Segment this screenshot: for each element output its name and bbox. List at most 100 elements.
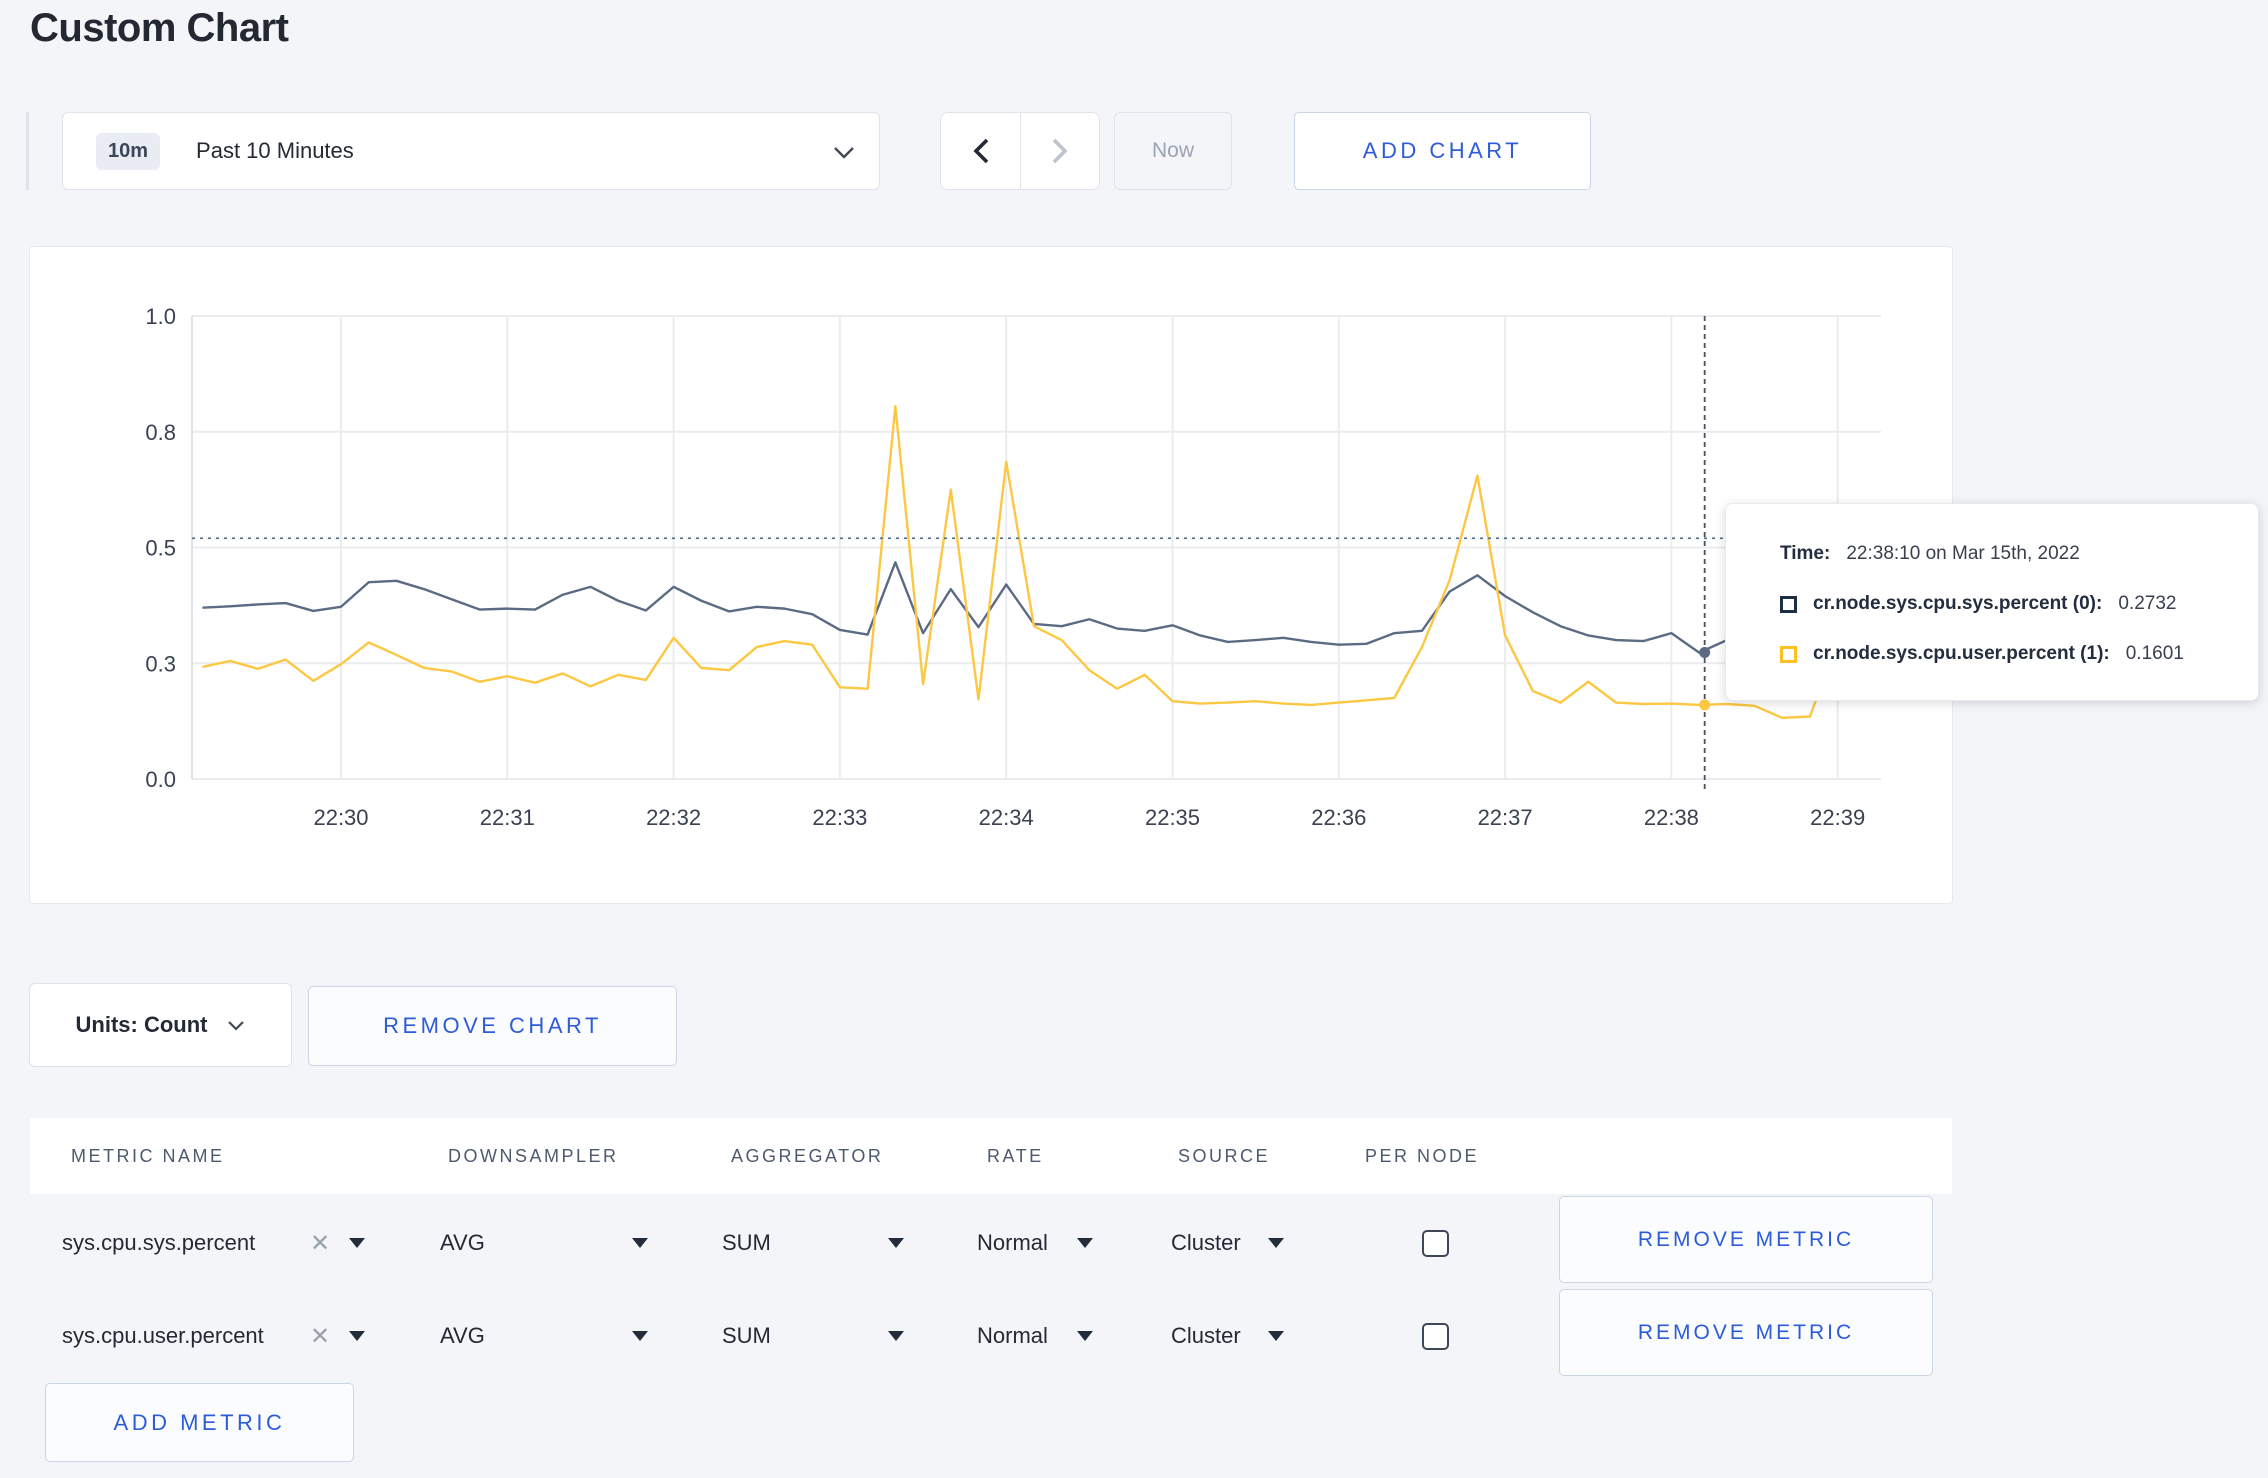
chevron-down-icon (834, 147, 854, 159)
caret-down-icon (1268, 1238, 1284, 1248)
x-axis-label: 22:37 (1478, 805, 1533, 830)
source-value: Cluster (1171, 1323, 1241, 1348)
caret-down-icon (349, 1331, 365, 1341)
clear-metric-icon[interactable]: ✕ (310, 1197, 330, 1289)
x-icon: ✕ (310, 1322, 331, 1350)
x-axis-label: 22:35 (1145, 805, 1200, 830)
col-header-rate: RATE (987, 1146, 1044, 1166)
caret-down-icon (1077, 1238, 1093, 1248)
downsampler-caret[interactable] (632, 1290, 648, 1382)
clear-metric-icon[interactable]: ✕ (310, 1290, 330, 1382)
remove-metric-button[interactable]: REMOVE METRIC (1559, 1289, 1933, 1376)
x-axis-label: 22:39 (1810, 805, 1865, 830)
per-node-checkbox[interactable] (1422, 1290, 1449, 1382)
chart-card[interactable]: 0.0 0.3 0.5 0.8 1.0 22:30 22:31 22:32 22:33 22:34… (29, 246, 1953, 904)
tooltip-series-value: 0.2732 (2118, 593, 2177, 614)
rate-caret[interactable] (1077, 1197, 1093, 1289)
downsampler-caret[interactable] (632, 1197, 648, 1289)
caret-down-icon (1077, 1331, 1093, 1341)
metric-name-select[interactable]: sys.cpu.sys.percent (62, 1197, 255, 1289)
caret-down-icon (888, 1331, 904, 1341)
remove-metric-button[interactable]: REMOVE METRIC (1559, 1196, 1933, 1283)
caret-down-icon (1268, 1331, 1284, 1341)
downsampler-select[interactable]: AVG (440, 1290, 485, 1382)
col-header-per-node: PER NODE (1365, 1146, 1480, 1166)
metric-name-value: sys.cpu.user.percent (62, 1323, 264, 1348)
series-swatch-sys (1780, 595, 1797, 613)
metric-name-select[interactable]: sys.cpu.user.percent (62, 1290, 264, 1382)
metric-name-value: sys.cpu.sys.percent (62, 1230, 256, 1255)
aggregator-value: SUM (722, 1230, 771, 1255)
tooltip-series-value: 0.1601 (2125, 643, 2184, 664)
time-range-badge: 10m (96, 132, 161, 170)
x-axis-label: 22:36 (1311, 805, 1366, 830)
caret-down-icon (349, 1238, 365, 1248)
time-back-button[interactable] (941, 113, 1020, 189)
time-forward-button[interactable] (1020, 113, 1099, 189)
series-line (202, 405, 1867, 720)
series-line (202, 561, 1866, 654)
y-axis-label: 0.0 (145, 767, 176, 792)
aggregator-caret[interactable] (888, 1290, 904, 1382)
hover-point (1699, 647, 1711, 659)
y-axis-label: 0.3 (145, 651, 176, 676)
time-range-dropdown[interactable]: 10m Past 10 Minutes (62, 112, 880, 190)
downsampler-value: AVG (440, 1323, 485, 1348)
remove-chart-button[interactable]: REMOVE CHART (308, 986, 677, 1066)
x-axis-label: 22:33 (812, 805, 867, 830)
per-node-checkbox[interactable] (1422, 1197, 1449, 1289)
hover-point (1699, 699, 1711, 711)
tooltip-time-row: Time: 22:38:10 on Mar 15th, 2022 (1780, 529, 2258, 579)
checkbox-box (1422, 1229, 1449, 1257)
chevron-right-icon (1052, 138, 1068, 164)
col-header-source: SOURCE (1178, 1146, 1271, 1166)
source-select[interactable]: Cluster (1171, 1290, 1241, 1382)
metric-name-caret[interactable] (349, 1290, 365, 1382)
x-icon: ✕ (310, 1229, 331, 1257)
toolbar-divider (26, 112, 29, 190)
aggregator-select[interactable]: SUM (722, 1197, 771, 1289)
caret-down-icon (632, 1238, 648, 1248)
y-axis-label: 0.5 (145, 536, 176, 561)
units-dropdown[interactable]: Units: Count (29, 983, 292, 1067)
source-select[interactable]: Cluster (1171, 1197, 1241, 1289)
series-swatch-user (1780, 645, 1797, 663)
metric-name-caret[interactable] (349, 1197, 365, 1289)
x-axis-label: 22:30 (313, 805, 368, 830)
metrics-table-header: METRIC NAME DOWNSAMPLER AGGREGATOR RATE … (30, 1118, 1952, 1194)
checkbox-box (1422, 1322, 1449, 1350)
tooltip-time-label: Time: (1780, 543, 1831, 564)
tooltip-time-value: 22:38:10 on Mar 15th, 2022 (1846, 543, 2080, 564)
chart-tooltip: Time: 22:38:10 on Mar 15th, 2022 cr.node… (1725, 503, 2259, 701)
aggregator-value: SUM (722, 1323, 771, 1348)
rate-caret[interactable] (1077, 1290, 1093, 1382)
rate-select[interactable]: Normal (977, 1197, 1048, 1289)
x-axis-label: 22:38 (1644, 805, 1699, 830)
chevron-down-icon (228, 1020, 245, 1031)
tooltip-series-label: cr.node.sys.cpu.sys.percent (0): (1813, 593, 2103, 614)
add-metric-button[interactable]: ADD METRIC (45, 1383, 354, 1462)
x-axis-label: 22:34 (979, 805, 1034, 830)
aggregator-caret[interactable] (888, 1197, 904, 1289)
rate-select[interactable]: Normal (977, 1290, 1048, 1382)
source-value: Cluster (1171, 1230, 1241, 1255)
rate-value: Normal (977, 1230, 1048, 1255)
x-axis-label: 22:32 (646, 805, 701, 830)
page-title: Custom Chart (30, 6, 289, 50)
source-caret[interactable] (1268, 1197, 1284, 1289)
add-chart-button[interactable]: ADD CHART (1294, 112, 1591, 190)
time-nav-group (940, 112, 1100, 190)
aggregator-select[interactable]: SUM (722, 1290, 771, 1382)
caret-down-icon (632, 1331, 648, 1341)
tooltip-series-row: cr.node.sys.cpu.sys.percent (0): 0.2732 (1780, 579, 2258, 629)
downsampler-select[interactable]: AVG (440, 1197, 485, 1289)
source-caret[interactable] (1268, 1290, 1284, 1382)
now-button[interactable]: Now (1114, 112, 1232, 190)
x-axis-label: 22:31 (480, 805, 535, 830)
time-range-label: Past 10 Minutes (196, 138, 354, 163)
units-label: Units: Count (75, 1012, 208, 1037)
col-header-aggregator: AGGREGATOR (731, 1146, 884, 1166)
line-chart: 0.0 0.3 0.5 0.8 1.0 22:30 22:31 22:32 22:33 22:34… (145, 304, 1881, 830)
y-axis-label: 0.8 (145, 420, 176, 445)
col-header-metric-name: METRIC NAME (71, 1146, 225, 1166)
